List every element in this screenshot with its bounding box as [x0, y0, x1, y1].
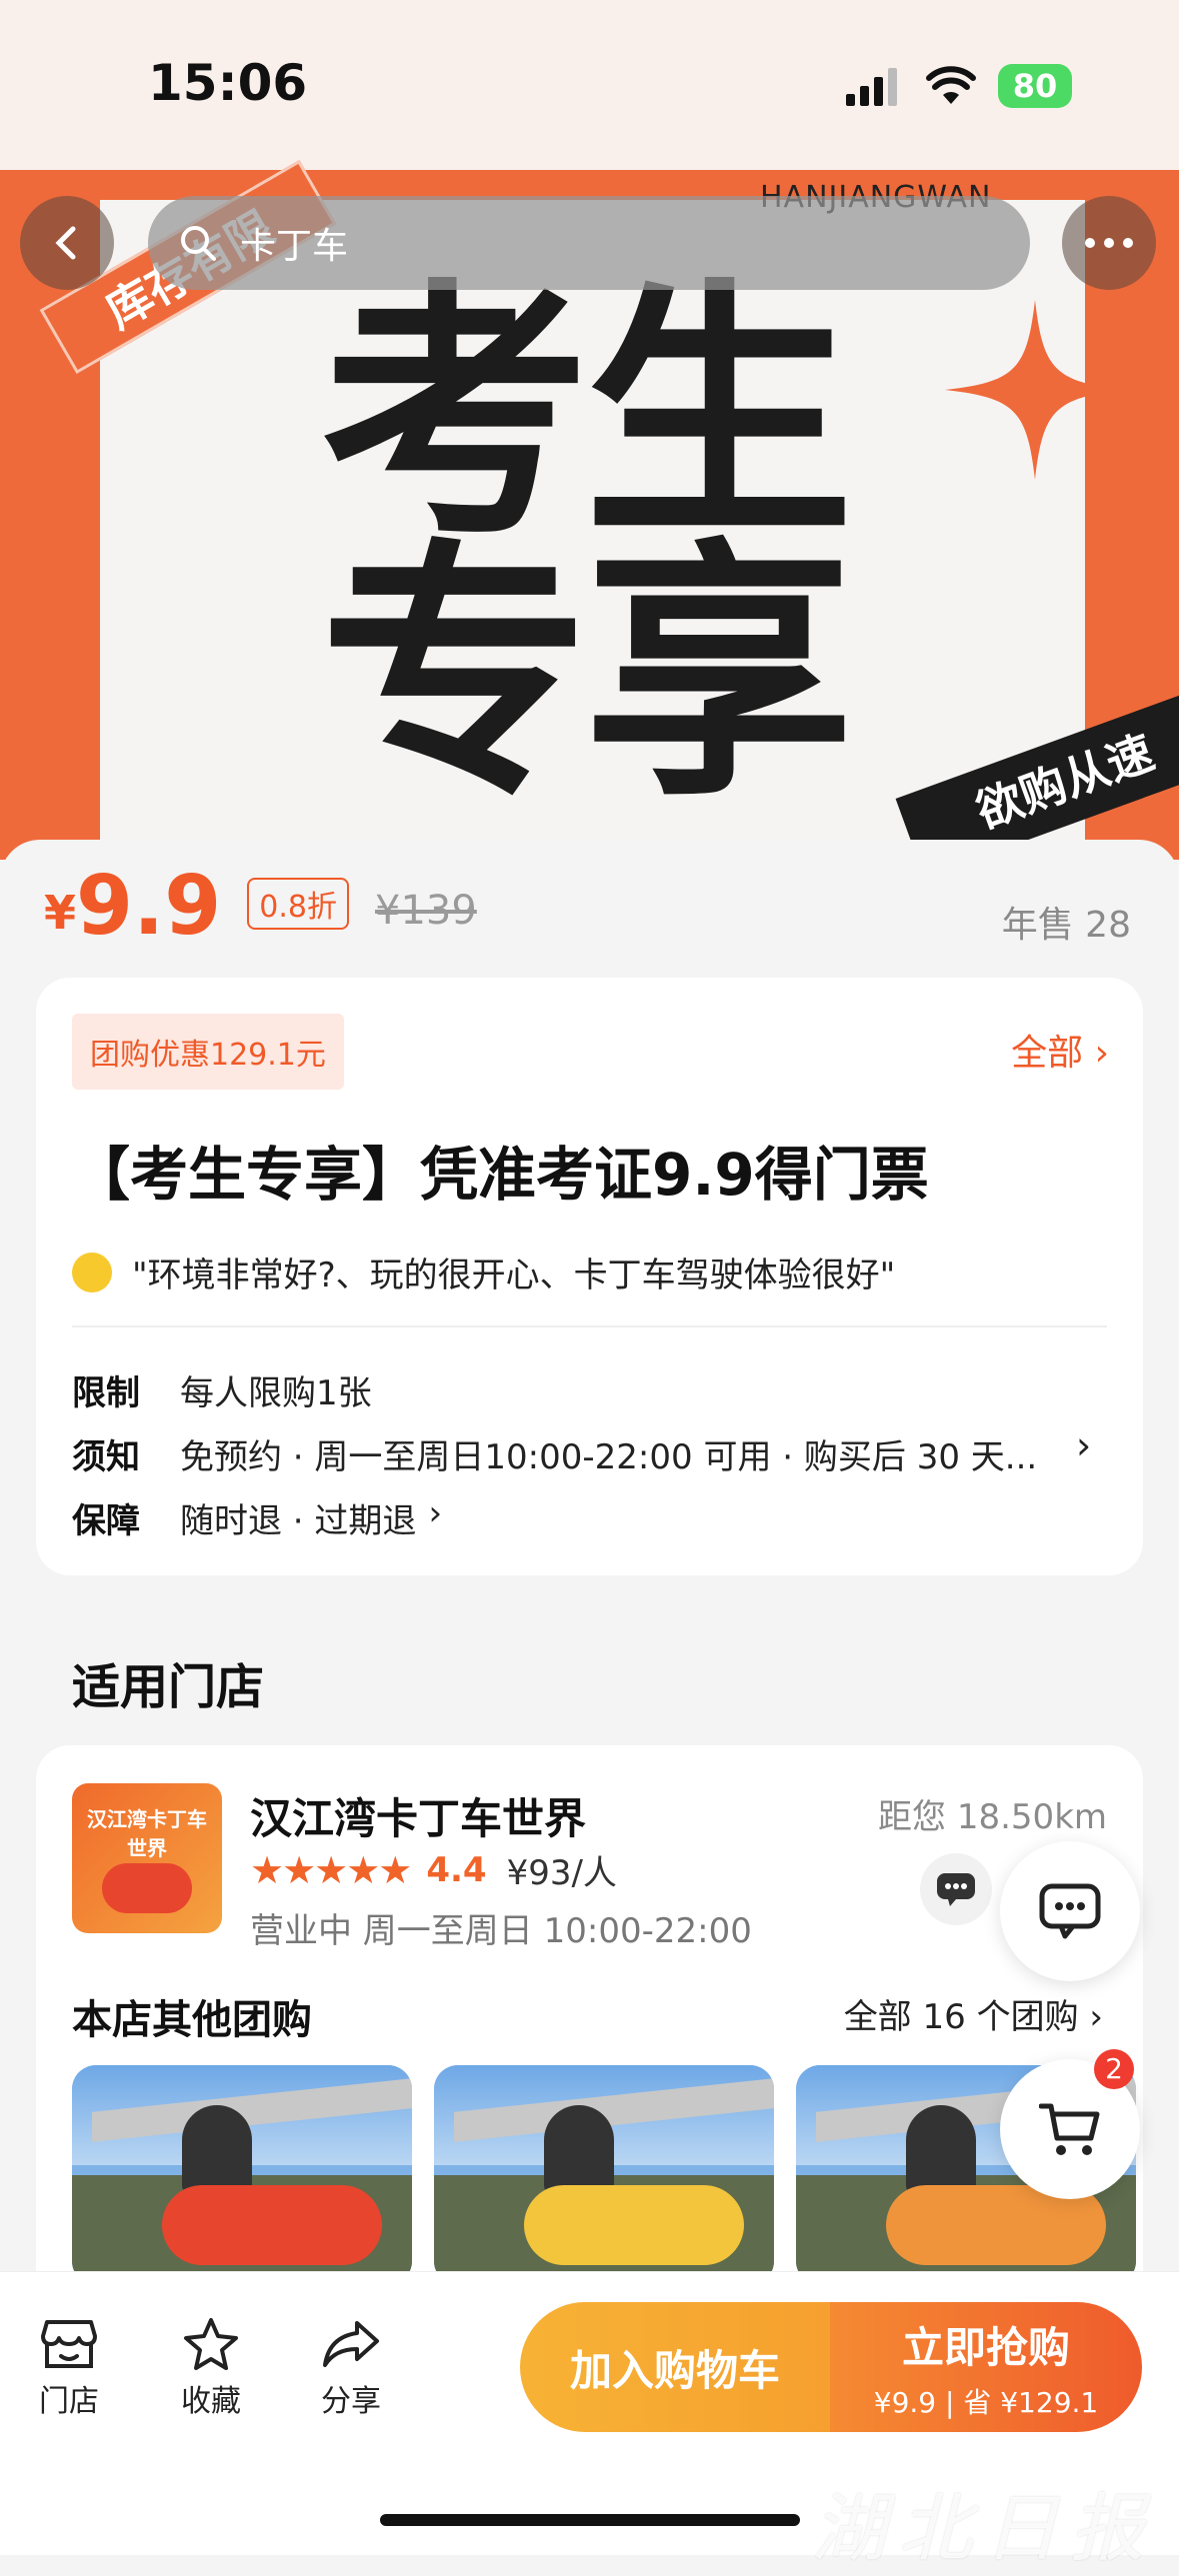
- review-text: "环境非常好?、玩的很开心、卡丁车驾驶体验很好": [132, 1256, 896, 1295]
- tab-label: 门店: [39, 2384, 99, 2419]
- chevron-right-icon: ›: [1089, 1997, 1103, 2037]
- section-title-stores: 适用门店: [72, 1659, 265, 1715]
- divider: [72, 1325, 1107, 1327]
- tab-favorite[interactable]: 收藏: [156, 2312, 266, 2420]
- deal-kart: [524, 2185, 744, 2265]
- rule-guarantee[interactable]: 保障 随时退 · 过期退 ›: [72, 1493, 442, 1542]
- coupon-badge: 团购优惠129.1元: [72, 1014, 344, 1090]
- chevron-right-icon: ›: [1094, 1033, 1109, 1074]
- rule-limit: 限制 每人限购1张: [72, 1365, 372, 1414]
- other-deals-title: 本店其他团购: [72, 1997, 312, 2043]
- currency-symbol: ¥: [44, 886, 77, 940]
- avg-price: ¥93/人: [506, 1853, 617, 1893]
- tab-label: 收藏: [181, 2384, 241, 2419]
- back-button[interactable]: [20, 196, 114, 290]
- current-price: 9.9: [76, 859, 222, 954]
- buy-now-button[interactable]: 立即抢购 ¥9.9 | 省 ¥129.1: [830, 2302, 1142, 2432]
- rule-value: 每人限购1张: [180, 1373, 372, 1413]
- rule-value: 免预约 · 周一至周日10:00-22:00 可用 · 购买后 30 天...: [180, 1437, 1038, 1477]
- tab-label: 分享: [321, 2384, 381, 2419]
- thumbnail-text: 汉江湾卡丁车世界: [87, 1807, 207, 1860]
- deal-title: 【考生专享】凭准考证9.9得门票: [72, 1141, 929, 1209]
- tab-store[interactable]: 门店: [14, 2312, 124, 2420]
- deal-image-2[interactable]: [434, 2065, 774, 2285]
- deal-rider: [182, 2105, 252, 2195]
- rule-key: 限制: [72, 1373, 140, 1413]
- all-coupons-link[interactable]: 全部 ›: [1011, 1024, 1109, 1076]
- deal-kart: [162, 2185, 382, 2265]
- store-card[interactable]: 汉江湾卡丁车世界 汉江湾卡丁车世界 距您 18.50km ★★★★★ 4.4 ¥…: [36, 1745, 1143, 2305]
- deal-rider: [906, 2105, 976, 2195]
- hero-headline-line2: 专享: [320, 517, 854, 832]
- chat-bubble-icon: [937, 1873, 975, 1906]
- rule-key: 须知: [72, 1437, 140, 1477]
- rating-score: 4.4: [426, 1849, 487, 1890]
- store-rating: ★★★★★ 4.4 ¥93/人: [250, 1845, 617, 1894]
- status-time: 15:06: [148, 54, 308, 112]
- store-icon: [41, 2320, 97, 2368]
- rule-value: 随时退 · 过期退: [180, 1501, 417, 1541]
- buy-now-subtitle: ¥9.9 | 省 ¥129.1: [873, 2385, 1099, 2419]
- chevron-right-icon: ›: [428, 1493, 443, 1533]
- annual-sales: 年售 28: [1001, 905, 1131, 946]
- chat-fab[interactable]: [1000, 1841, 1140, 1981]
- purchase-buttons: 加入购物车 立即抢购 ¥9.9 | 省 ¥129.1: [520, 2302, 1142, 2432]
- original-price: ¥139: [375, 888, 477, 934]
- price-row: ¥ 9.9 0.8折 ¥139: [44, 860, 477, 950]
- store-thumbnail[interactable]: 汉江湾卡丁车世界: [72, 1783, 222, 1933]
- search-icon: [181, 226, 216, 261]
- cellular-signal-icon: [846, 68, 897, 106]
- cart-icon: [1039, 2103, 1100, 2155]
- rule-key: 保障: [72, 1501, 140, 1541]
- store-chat-button[interactable]: [920, 1853, 992, 1925]
- tab-share[interactable]: 分享: [296, 2312, 406, 2420]
- message-icon: [1039, 1883, 1101, 1939]
- buy-now-label: 立即抢购: [901, 2322, 1070, 2372]
- search-bar[interactable]: 卡丁车: [148, 196, 1030, 290]
- battery-indicator: 80: [998, 64, 1072, 108]
- review-snippet[interactable]: "环境非常好?、玩的很开心、卡丁车驾驶体验很好": [72, 1248, 895, 1296]
- watermark: 湖北日报: [812, 2486, 1156, 2572]
- chevron-right-icon: ›: [1076, 1423, 1092, 1467]
- discount-badge: 0.8折: [247, 878, 349, 930]
- all-deals-link[interactable]: 全部 16 个团购 ›: [844, 1989, 1103, 2038]
- sparkle-icon: [945, 300, 1125, 480]
- chevron-left-icon: [55, 226, 76, 260]
- home-indicator[interactable]: [380, 2514, 800, 2526]
- wifi-icon: [926, 66, 976, 104]
- star-icon: [184, 2318, 238, 2370]
- store-name: 汉江湾卡丁车世界: [250, 1794, 587, 1843]
- rule-notice[interactable]: 须知 免预约 · 周一至周日10:00-22:00 可用 · 购买后 30 天.…: [72, 1429, 1037, 1478]
- more-button[interactable]: [1062, 196, 1156, 290]
- hero-headline-line1: 考生: [320, 257, 854, 572]
- rating-stars: ★★★★★: [250, 1847, 412, 1892]
- kart-graphic: [102, 1863, 192, 1913]
- deal-image-1[interactable]: [72, 2065, 412, 2285]
- mascot-icon: [72, 1252, 112, 1292]
- deal-rider: [544, 2105, 614, 2195]
- store-distance: 距您 18.50km: [878, 1797, 1107, 1837]
- status-bar: 15:06 80: [0, 0, 1179, 170]
- deal-card: 团购优惠129.1元 全部 › 【考生专享】凭准考证9.9得门票 "环境非常好?…: [36, 978, 1143, 1575]
- more-dots-icon: [1085, 238, 1133, 248]
- add-to-cart-button[interactable]: 加入购物车: [520, 2302, 830, 2432]
- store-hours: 营业中 周一至周日 10:00-22:00: [250, 1911, 752, 1951]
- share-icon: [323, 2321, 379, 2367]
- cart-count-badge: 2: [1094, 2049, 1134, 2089]
- search-query: 卡丁车: [240, 226, 349, 267]
